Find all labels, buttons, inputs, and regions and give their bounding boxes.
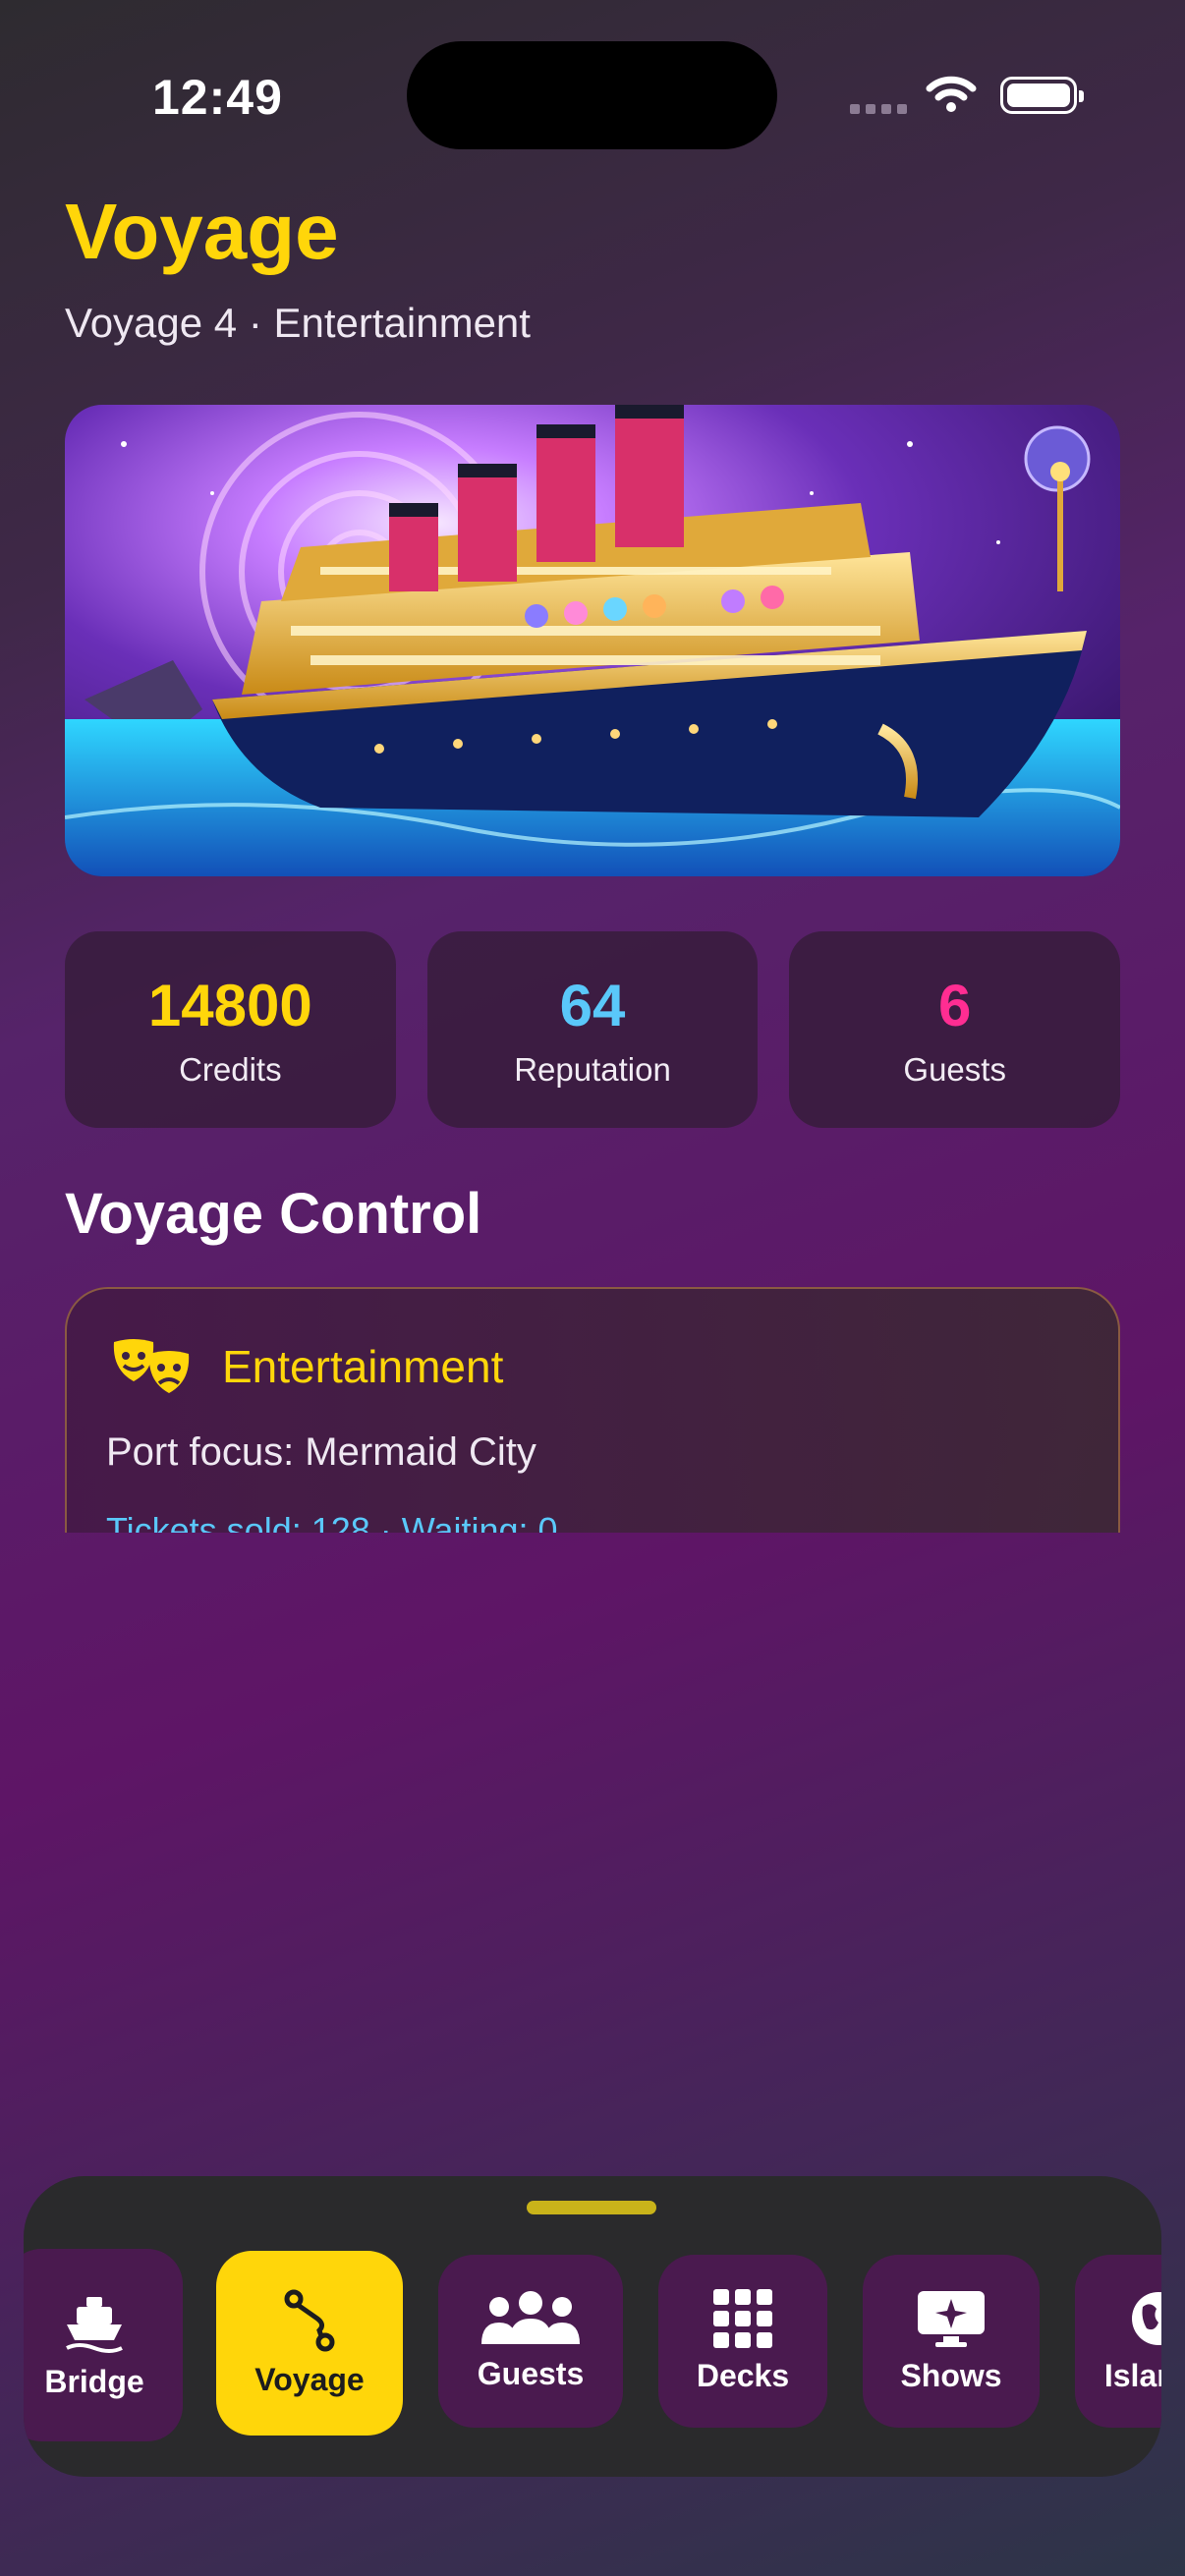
tab-islands[interactable]: Islands [1075,2255,1161,2428]
grid-icon [713,2288,772,2348]
tab-label: Decks [696,2357,790,2393]
voyage-card-viewport: Entertainment Port focus: Mermaid City T… [65,1287,1120,1533]
stat-value: 6 [937,972,972,1038]
tab-shows[interactable]: Shows [863,2255,1040,2428]
ship-icon [66,2296,123,2353]
stats-row: 14800 Credits 64 Reputation 6 Guests [65,931,1121,1128]
wifi-icon [926,76,977,112]
port-focus-text: Port focus: Mermaid City [106,1430,536,1474]
stat-value: 64 [559,972,626,1038]
stat-card-guests: 6 Guests [789,931,1121,1128]
voyage-control-card[interactable]: Entertainment Port focus: Mermaid City T… [65,1287,1120,1533]
stat-card-reputation: 64 Reputation [426,931,759,1128]
stat-label: Reputation [514,1050,671,1088]
stat-label: Credits [179,1050,282,1088]
page-subtitle: Voyage 4 · Entertainment [65,300,531,346]
tab-bar: Bridge Voyage Guests Decks Shows Isla [24,2176,1161,2477]
theater-masks-icon [113,1339,190,1393]
tab-decks[interactable]: Decks [658,2255,827,2428]
card-title: Entertainment [222,1341,504,1392]
tickets-status-text: Tickets sold: 128 · Waiting: 0 [106,1510,558,1533]
people-icon [481,2290,580,2344]
dynamic-island [407,41,777,149]
tab-bridge[interactable]: Bridge [24,2249,183,2441]
tab-voyage[interactable]: Voyage [216,2251,403,2436]
tab-label: Shows [900,2357,1002,2393]
stat-label: Guests [903,1050,1006,1088]
globe-icon [1132,2291,1161,2345]
status-time: 12:49 [152,70,283,125]
stat-value: 14800 [147,972,312,1038]
sparkle-screen-icon [918,2290,985,2347]
tab-guests[interactable]: Guests [438,2255,623,2428]
drag-handle[interactable] [527,2201,656,2214]
tab-label: Islands [1103,2357,1161,2393]
battery-icon [1000,77,1084,114]
tab-label: Guests [477,2355,585,2391]
route-icon [284,2289,335,2351]
section-title: Voyage Control [65,1182,482,1246]
hero-image [65,405,1120,876]
stat-card-credits: 14800 Credits [65,931,396,1128]
cellular-signal-icon [850,104,907,114]
tab-label: Bridge [44,2363,144,2399]
tab-label: Voyage [254,2361,365,2397]
page-title: Voyage [65,188,339,275]
